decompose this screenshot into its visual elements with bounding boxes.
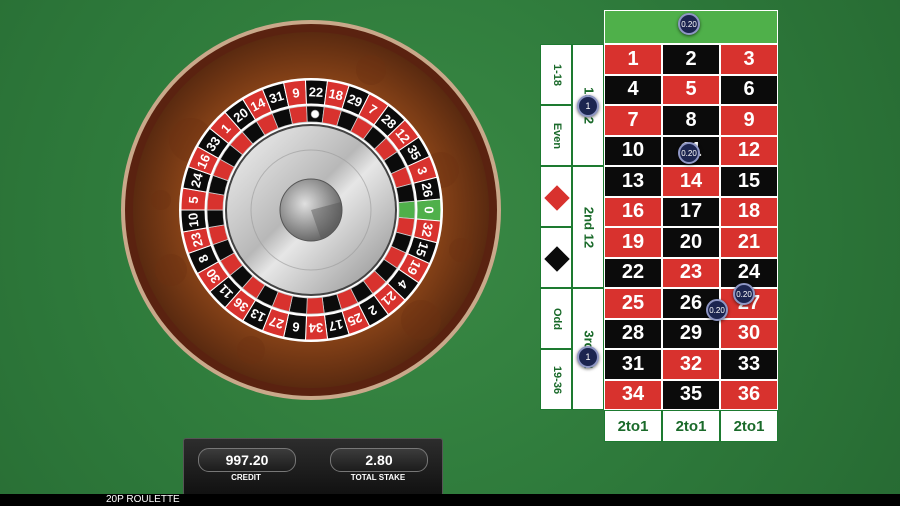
game-title: 20P ROULETTE	[106, 494, 180, 505]
bet-number-5[interactable]: 5	[662, 74, 720, 105]
wheel-number-label: 5	[186, 196, 202, 204]
chip-dozen1[interactable]: 1	[577, 95, 599, 117]
wheel-pocket	[206, 209, 225, 229]
wheel-number-label: 10	[185, 212, 201, 228]
bet-red[interactable]	[540, 166, 572, 227]
wheel-pocket	[288, 105, 308, 125]
info-panel: 997.20 CREDIT 2.80 TOTAL STAKE	[183, 438, 443, 496]
chip-zero[interactable]: 0.20	[678, 13, 700, 35]
bet-number-8[interactable]: 8	[662, 105, 720, 136]
bet-number-19[interactable]: 19	[604, 227, 662, 258]
bet-black[interactable]	[540, 227, 572, 288]
wheel-number-label: 0	[422, 206, 437, 213]
wood-knot	[449, 238, 473, 262]
bet-dozen2[interactable]: 2nd 12	[572, 166, 604, 288]
wheel-number-label: 18	[327, 86, 344, 104]
wheel-number-label: 32	[419, 222, 436, 239]
column-label: 2to1	[675, 417, 707, 435]
chip-corner-24[interactable]: 0.20	[733, 283, 755, 305]
bet-number-4[interactable]: 4	[604, 74, 662, 105]
outside-bet-label: Even	[551, 122, 563, 149]
bet-number-28[interactable]: 28	[604, 318, 662, 349]
bet-even[interactable]: Even	[540, 105, 572, 166]
bet-number-2[interactable]: 2	[662, 44, 720, 75]
wheel-pocket	[398, 200, 416, 220]
bet-number-23[interactable]: 23	[662, 257, 720, 288]
bet-low[interactable]: 1-18	[540, 44, 572, 105]
bet-number-35[interactable]: 35	[662, 379, 720, 410]
chip-split-11[interactable]: 0.20	[678, 142, 700, 164]
bet-number-20[interactable]: 20	[662, 227, 720, 258]
game-table: 0 32 15 19 4 21 2 25 17 34 6 27 13 36 11 30 8 23 10 5 24 16 33…	[0, 0, 900, 506]
wood-knot	[237, 336, 265, 364]
bet-number-13[interactable]: 13	[604, 166, 662, 197]
bet-number-29[interactable]: 29	[662, 318, 720, 349]
bet-number-17[interactable]: 17	[662, 196, 720, 227]
wheel-number-label: 26	[419, 182, 436, 199]
bet-number-33[interactable]: 33	[720, 349, 778, 380]
column-label: 2to1	[733, 417, 765, 435]
bet-number-22[interactable]: 22	[604, 257, 662, 288]
bet-column-1[interactable]: 2to1	[604, 410, 662, 442]
wood-knot	[356, 55, 386, 85]
wood-knot	[155, 254, 187, 286]
bet-odd[interactable]: Odd	[540, 288, 572, 349]
chip-dozen3[interactable]: 1	[577, 346, 599, 368]
red-diamond-icon	[544, 184, 570, 211]
bet-column-2[interactable]: 2to1	[662, 410, 720, 442]
black-diamond-icon	[544, 245, 570, 272]
outside-bet-label: 1-18	[551, 63, 563, 86]
status-bar: 20P ROULETTE	[0, 494, 900, 506]
bet-number-7[interactable]: 7	[604, 105, 662, 136]
credit-label: CREDIT	[231, 473, 261, 482]
total-stake-value: 2.80	[330, 448, 428, 472]
wheel-number-label: 17	[327, 316, 344, 334]
credit-value: 997.20	[198, 448, 296, 472]
wood-knot	[151, 190, 171, 210]
total-stake-label: TOTAL STAKE	[350, 473, 406, 482]
bet-number-15[interactable]: 15	[720, 166, 778, 197]
bet-number-36[interactable]: 36	[720, 379, 778, 410]
bet-number-16[interactable]: 16	[604, 196, 662, 227]
bet-number-1[interactable]: 1	[604, 44, 662, 75]
column-label: 2to1	[617, 417, 649, 435]
wheel-number-label: 34	[308, 320, 324, 336]
bet-number-6[interactable]: 6	[720, 74, 778, 105]
bet-number-9[interactable]: 9	[720, 105, 778, 136]
bet-number-30[interactable]: 30	[720, 318, 778, 349]
wood-knot	[401, 300, 441, 340]
bet-number-10[interactable]: 10	[604, 135, 662, 166]
roulette-ball	[310, 109, 320, 119]
bet-column-3[interactable]: 2to1	[720, 410, 778, 442]
bet-number-25[interactable]: 25	[604, 288, 662, 319]
outside-bet-label: Odd	[551, 307, 563, 330]
bet-number-12[interactable]: 12	[720, 135, 778, 166]
bet-number-32[interactable]: 32	[662, 349, 720, 380]
wheel-pocket	[306, 296, 325, 315]
chip-corner-26[interactable]: 0.20	[706, 299, 728, 321]
bet-number-18[interactable]: 18	[720, 196, 778, 227]
bet-number-31[interactable]: 31	[604, 349, 662, 380]
dozen-label: 2nd 12	[581, 206, 597, 249]
bet-number-3[interactable]: 3	[720, 44, 778, 75]
bet-number-21[interactable]: 21	[720, 227, 778, 258]
wheel-number-label: 22	[308, 84, 323, 100]
bet-high[interactable]: 19-36	[540, 349, 572, 410]
bet-number-14[interactable]: 14	[662, 166, 720, 197]
bet-number-34[interactable]: 34	[604, 379, 662, 410]
outside-bet-label: 19-36	[551, 365, 563, 394]
